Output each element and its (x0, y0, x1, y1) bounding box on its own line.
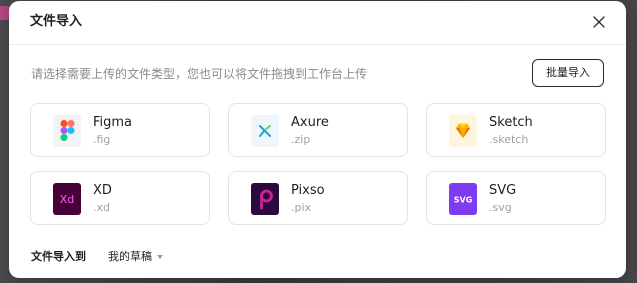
svg-icon: SVG (449, 183, 477, 215)
file-type-card-sketch[interactable]: Sketch .sketch (426, 103, 606, 157)
file-type-ext: .svg (489, 201, 512, 214)
file-type-name: SVG (489, 183, 517, 198)
file-type-card-pixso[interactable]: Pixso .pix (228, 171, 408, 225)
import-destination-value: 我的草稿 (108, 250, 152, 263)
file-type-card-figma[interactable]: Figma .fig (30, 103, 210, 157)
caret-down-icon (157, 255, 163, 259)
file-type-card-axure[interactable]: Axure .zip (228, 103, 408, 157)
file-type-name: Figma (93, 115, 133, 130)
file-type-name: Pixso (291, 183, 325, 198)
file-type-ext: .zip (291, 133, 311, 146)
file-type-ext: .sketch (489, 133, 529, 146)
upload-hint: 请选择需要上传的文件类型，您也可以将文件拖拽到工作台上传 (31, 67, 368, 81)
file-type-card-xd[interactable]: Xd XD .xd (30, 171, 210, 225)
axure-icon (251, 115, 279, 147)
file-import-dialog: 文件导入 请选择需要上传的文件类型，您也可以将文件拖拽到工作台上传 批量导入 F… (9, 1, 626, 278)
close-icon[interactable] (590, 13, 608, 31)
file-type-ext: .pix (291, 201, 312, 214)
file-type-ext: .fig (93, 133, 111, 146)
batch-import-button[interactable]: 批量导入 (532, 59, 604, 87)
xd-icon: Xd (53, 183, 81, 215)
svg-text:SVG: SVG (454, 196, 473, 205)
sketch-icon (449, 115, 477, 147)
file-type-name: Sketch (489, 115, 533, 130)
file-type-name: Axure (291, 115, 329, 130)
file-type-ext: .xd (93, 201, 110, 214)
figma-icon (53, 115, 81, 147)
pixso-icon (251, 183, 279, 215)
dialog-header: 文件导入 (9, 1, 626, 45)
svg-text:Xd: Xd (60, 193, 75, 206)
file-type-name: XD (93, 183, 112, 198)
import-destination-label: 文件导入到 (31, 250, 86, 263)
file-type-card-svg[interactable]: SVG SVG .svg (426, 171, 606, 225)
import-destination-select[interactable]: 我的草稿 (108, 248, 163, 266)
dialog-title: 文件导入 (30, 14, 83, 29)
